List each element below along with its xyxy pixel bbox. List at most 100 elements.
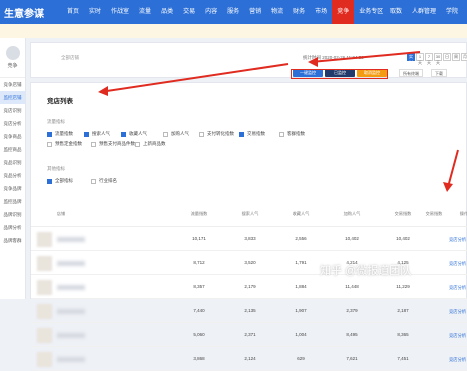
checkbox-label: 支付转化指数	[207, 131, 234, 136]
watermark: 知乎 @微报道团队	[320, 265, 412, 277]
table-cell: 2,556	[295, 236, 307, 241]
nav-item-11[interactable]: 市场	[310, 0, 332, 24]
shop-name-blurred	[57, 357, 85, 362]
shop-analysis-link[interactable]: 竞店分析	[449, 309, 466, 315]
nav-item-8[interactable]: 营销	[244, 0, 266, 24]
nav-item-2[interactable]: 作战室	[106, 0, 134, 24]
checkbox-box	[47, 131, 52, 137]
sidebar: 竞争 竞争店铺 监控店铺 竞店识别 竞店分析 竞争商品 监控商品 竞品识别 竞品分析 竞争品牌监…	[0, 38, 26, 299]
metric-checkbox-3[interactable]: 加购人气	[163, 131, 189, 137]
sidebar-item-7[interactable]: 竞品分析	[0, 169, 25, 182]
table-cell: 1,884	[295, 284, 307, 289]
nav-item-4[interactable]: 品类	[156, 0, 178, 24]
sidebar-item-1[interactable]: 监控店铺	[0, 91, 25, 104]
nav-item-6[interactable]: 内容	[200, 0, 222, 24]
sidebar-top-label: 竞争	[7, 63, 18, 69]
terminal-select[interactable]: 所有终端	[399, 69, 423, 77]
shop-name-blurred	[57, 237, 85, 242]
column-header-2: 搜索人气	[241, 211, 259, 216]
metric-checkbox-1[interactable]: 搜索人气	[84, 131, 110, 137]
table-cell: 2,124	[244, 356, 256, 361]
sidebar-item-2[interactable]: 竞店识别	[0, 104, 25, 117]
checkbox-label: 上新商品数	[143, 141, 166, 146]
nav-item-10[interactable]: 财务	[288, 0, 310, 24]
sidebar-item-0[interactable]: 竞争店铺	[0, 78, 25, 91]
sidebar-header[interactable]: 竞争	[0, 38, 25, 78]
sidebar-item-6[interactable]: 竞品识别	[0, 156, 25, 169]
period-option-3[interactable]: 30天	[434, 53, 442, 65]
column-header-7: 操作	[459, 211, 467, 216]
table-cell: 7,451	[397, 356, 409, 361]
metric-checkbox-11[interactable]: 行业排名	[91, 178, 117, 184]
metric-checkbox-4[interactable]: 支付转化指数	[199, 131, 234, 137]
nav-right-item-1[interactable]: 人群管理	[407, 0, 441, 24]
metric-checkbox-10[interactable]: 全部指标	[47, 178, 73, 184]
right-nav: 取数 人群管理 学院	[385, 0, 463, 24]
period-option-0[interactable]: 实时	[407, 53, 415, 65]
table-cell: 8,365	[397, 332, 409, 337]
nav-right-item-2[interactable]: 学院	[441, 0, 463, 24]
period-option-5[interactable]: 周	[452, 53, 460, 61]
table-cell: 2,135	[244, 308, 256, 313]
shop-analysis-link[interactable]: 竞店分析	[449, 237, 466, 243]
metric-checkbox-5[interactable]: 交易指数	[239, 131, 265, 137]
checkbox-box	[47, 178, 52, 184]
nav-item-1[interactable]: 实时	[84, 0, 106, 24]
sidebar-item-5[interactable]: 监控商品	[0, 143, 25, 156]
nav-item-5[interactable]: 交易	[178, 0, 200, 24]
highlight-box	[291, 69, 388, 79]
metric-checkbox-9[interactable]: 上新商品数	[135, 141, 166, 147]
checkbox-box	[135, 141, 140, 147]
metric-checkbox-8[interactable]: 预售支付商品件数	[91, 141, 135, 147]
column-header-0: 店铺	[56, 211, 66, 216]
shop-thumbnail	[37, 256, 52, 271]
download-button[interactable]: 下载	[431, 69, 447, 77]
table-cell: 629	[297, 356, 305, 361]
table-row: 5,060 2,371 1,004 8,495 8,365 竞店分析	[31, 324, 467, 347]
shop-analysis-link[interactable]: 竞店分析	[449, 357, 466, 363]
sidebar-item-8[interactable]: 竞争品牌	[0, 182, 25, 195]
nav-item-13[interactable]: 业务专区	[354, 0, 388, 24]
sidebar-item-11[interactable]: 品牌分析	[0, 221, 25, 234]
nav-item-9[interactable]: 物流	[266, 0, 288, 24]
table-cell: 11,448	[345, 284, 359, 289]
sidebar-item-12[interactable]: 品牌客群	[0, 234, 25, 247]
shop-analysis-link[interactable]: 竞店分析	[449, 261, 466, 267]
table-cell: 3,833	[244, 236, 256, 241]
table-cell: 2,187	[397, 308, 409, 313]
period-option-1[interactable]: 1天	[416, 53, 424, 65]
sidebar-item-10[interactable]: 品牌识别	[0, 208, 25, 221]
period-option-6[interactable]: 月	[461, 53, 467, 61]
shop-filter-input[interactable]: 全部店铺	[61, 55, 79, 61]
checkbox-box	[91, 178, 96, 184]
shop-thumbnail	[37, 352, 52, 367]
column-header-4: 加购人气	[343, 211, 361, 216]
sidebar-item-9[interactable]: 监控品牌	[0, 195, 25, 208]
metric-checkbox-6[interactable]: 客群指数	[279, 131, 305, 137]
nav-item-0[interactable]: 首页	[62, 0, 84, 24]
table-row: 3,868 2,124 629 7,621 7,451 竞店分析	[31, 348, 467, 371]
metric-checkbox-7[interactable]: 预售定金指数	[47, 141, 82, 147]
table-cell: 2,179	[244, 284, 256, 289]
sidebar-item-4[interactable]: 竞争商品	[0, 130, 25, 143]
checkbox-box	[47, 141, 52, 147]
checkbox-label: 交易指数	[247, 131, 265, 136]
main-nav: 首页 实时 作战室 流量 品类 交易 内容 服务 营销 物流 财务 市场 竞争 业务专区	[62, 0, 388, 24]
shop-thumbnail	[37, 328, 52, 343]
sidebar-item-3[interactable]: 竞店分析	[0, 117, 25, 130]
shop-analysis-link[interactable]: 竞店分析	[449, 333, 466, 339]
metric-checkbox-0[interactable]: 流量指数	[47, 131, 73, 137]
checkbox-box	[163, 131, 168, 137]
nav-item-7[interactable]: 服务	[222, 0, 244, 24]
table-cell: 11,229	[396, 284, 410, 289]
shop-analysis-link[interactable]: 竞店分析	[449, 285, 466, 291]
metric-checkbox-2[interactable]: 收藏人气	[121, 131, 147, 137]
table-cell: 7,621	[346, 356, 358, 361]
period-option-2[interactable]: 7天	[425, 53, 433, 65]
period-option-4[interactable]: 日	[443, 53, 451, 61]
section-other: 其他指标	[47, 166, 65, 171]
nav-right-item-0[interactable]: 取数	[385, 0, 407, 24]
nav-item-12[interactable]: 竞争	[332, 0, 355, 24]
app-title[interactable]: 生意参谋	[0, 5, 62, 20]
nav-item-3[interactable]: 流量	[134, 0, 156, 24]
